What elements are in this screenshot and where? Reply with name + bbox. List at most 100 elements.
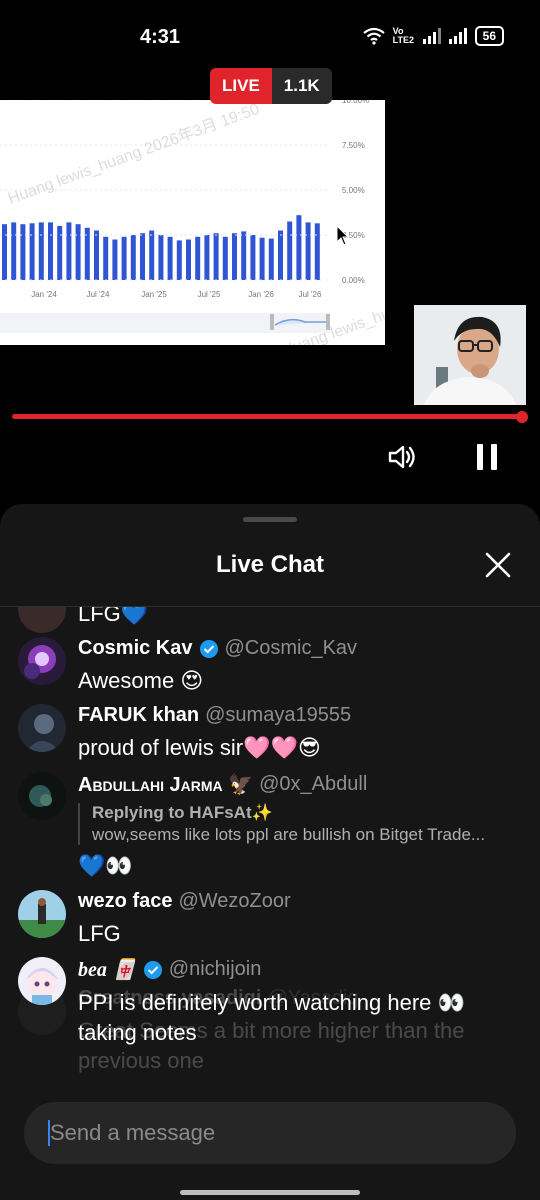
chart-bar: [305, 222, 311, 280]
reply-text: wow,seems like lots ppl are bullish on B…: [92, 825, 486, 844]
close-icon: [485, 552, 511, 578]
author-name[interactable]: Abdullahi Jarma 🦅: [78, 772, 253, 797]
chart-bar: [29, 223, 35, 280]
chart-bar: [232, 233, 237, 280]
chart-bar: [296, 215, 302, 280]
sheet-drag-handle[interactable]: [243, 517, 297, 522]
chart-bar: [84, 227, 90, 280]
author-handle[interactable]: @WezoZoor: [178, 890, 290, 913]
chart-bar: [250, 235, 256, 280]
chart-x-tick: Jul '24: [87, 290, 110, 299]
streamer-avatar-illustration: [414, 305, 526, 405]
author-handle[interactable]: @Cosmic_Kav: [225, 637, 358, 660]
chart-x-tick: Jan '24: [31, 290, 57, 299]
avatar[interactable]: [18, 637, 66, 685]
message-text: proud of lewis sir🩷🩷😎: [78, 735, 321, 760]
author-name[interactable]: Cosmic Kav: [78, 637, 193, 660]
avatar: [18, 607, 66, 633]
volume-button[interactable]: [385, 440, 419, 474]
stream-chart: 10.00% 7.50% 5.00% 2.50% 0.00% Jan '24 Jul '2…: [0, 100, 385, 345]
chart-bar: [149, 230, 155, 280]
chart-bar: [167, 236, 173, 280]
message-text: Awesome 😍: [78, 668, 204, 693]
viewer-count: 1.1K: [271, 68, 332, 104]
progress-thumb[interactable]: [516, 411, 528, 423]
author-name[interactable]: FARUK khan: [78, 704, 199, 727]
live-indicator: LIVE 1.1K: [210, 68, 332, 104]
chart-y-tick: 7.50%: [342, 141, 365, 150]
network-label: Vo LTE2: [392, 26, 414, 45]
live-chat-sheet: Live Chat LFG💙 Cosmic Kav @Cosmic_Kav Aw…: [0, 504, 540, 1200]
message-text: LFG💙: [78, 607, 149, 626]
message-text: PPI is definitely worth watching here 👀 …: [78, 990, 465, 1045]
status-icons: Vo LTE2 56: [362, 26, 504, 46]
chart-bar: [20, 224, 26, 280]
author-handle[interactable]: @sumaya19555: [205, 704, 351, 727]
avatar[interactable]: [18, 890, 66, 938]
chart-x-tick: Jul '25: [198, 290, 221, 299]
wifi-icon: [362, 27, 385, 45]
reply-to-label: Replying to HAFsAt✨: [92, 803, 273, 822]
message-input-bar[interactable]: [24, 1102, 516, 1164]
chart-bar: [176, 240, 182, 280]
chart-x-tick: Jan '26: [248, 290, 274, 299]
chart-bar: [287, 221, 293, 280]
chart-bar: [140, 233, 145, 280]
chart-bar: [241, 231, 247, 280]
volume-icon: [388, 445, 415, 469]
chat-message: wezo face @WezoZoor LFG: [18, 890, 528, 950]
chart-bar: [259, 237, 265, 280]
chart-bar: [278, 230, 283, 280]
video-progress-bar[interactable]: [12, 414, 522, 419]
verified-icon: [199, 639, 218, 658]
chart-x-tick: Jul '26: [299, 290, 322, 299]
chart-bar: [38, 222, 44, 280]
message-text: 💙👀: [78, 853, 133, 878]
signal-icon-2: [448, 28, 467, 44]
chart-bar: [11, 222, 17, 280]
chat-message: Cosmic Kav @Cosmic_Kav Awesome 😍: [18, 637, 528, 697]
pause-icon: [477, 444, 497, 470]
chart-bar: [121, 236, 127, 280]
author-handle[interactable]: @0x_Abdull: [259, 773, 367, 796]
chart-bar: [48, 222, 53, 280]
chart-bar: [66, 222, 72, 280]
chat-message-partial: LFG💙: [18, 607, 528, 633]
author-name[interactable]: bea 🀄: [78, 957, 137, 982]
chat-list[interactable]: LFG💙 Cosmic Kav @Cosmic_Kav Awesome 😍 FA…: [0, 607, 540, 1087]
chart-bar: [268, 238, 274, 280]
message-text: LFG: [78, 921, 121, 946]
status-bar: 4:31 Vo LTE2 56: [0, 0, 540, 70]
close-button[interactable]: [484, 551, 512, 579]
author-name[interactable]: wezo face: [78, 890, 172, 913]
chart-y-tick: 10.00%: [342, 100, 369, 105]
chart-bar: [112, 239, 118, 280]
pause-button[interactable]: [470, 440, 504, 474]
navigator-handle-left: [270, 314, 274, 330]
status-time: 4:31: [140, 26, 181, 48]
verified-icon: [143, 960, 162, 979]
chart-bar: [213, 233, 219, 280]
home-indicator[interactable]: [180, 1190, 360, 1195]
author-handle[interactable]: @nichijoin: [169, 958, 262, 981]
chat-message: Abdullahi Jarma 🦅 @0x_Abdull Replying to…: [18, 772, 528, 882]
chart-bar: [314, 223, 320, 280]
avatar[interactable]: [18, 704, 66, 752]
reply-quote[interactable]: Replying to HAFsAt✨ wow,seems like lots …: [78, 803, 528, 845]
chart-bar: [222, 236, 228, 280]
signal-icon: [422, 28, 441, 44]
chart-bar: [57, 226, 63, 280]
chart-x-tick: Jan '25: [141, 290, 167, 299]
message-input[interactable]: [50, 1102, 490, 1164]
chat-message: bea 🀄 @nichijoin PPI is definitely worth…: [18, 957, 528, 1052]
battery-icon: 56: [474, 26, 504, 46]
chart-bar: [186, 239, 191, 280]
avatar[interactable]: [18, 957, 66, 1005]
avatar[interactable]: [18, 772, 66, 820]
chart-bar: [158, 235, 164, 280]
chart-bar: [2, 224, 7, 280]
chart-y-tick: 5.00%: [342, 186, 365, 195]
chart-bar: [94, 230, 99, 280]
cursor-icon: [336, 225, 350, 246]
chart-bar: [130, 235, 136, 280]
